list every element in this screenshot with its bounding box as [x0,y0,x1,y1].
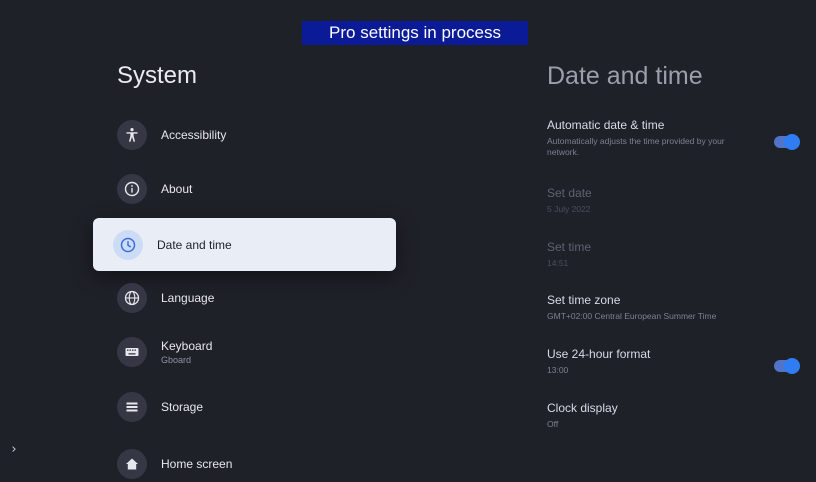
setting-description: Off [547,419,559,429]
toggle-knob [784,358,800,374]
clock-icon [113,229,143,260]
setting-title: Use 24-hour format [547,347,651,361]
setting-title: Clock display [547,401,618,415]
home-icon [117,449,147,479]
setting-description: Automatically adjusts the time provided … [547,136,725,157]
menu-item-label: Keyboard [161,339,213,353]
automatic-date-time-toggle[interactable] [774,134,800,150]
globe-icon [117,283,147,313]
menu-item-home-screen[interactable]: Home screen [117,446,232,482]
setting-description: 5 July 2022 [547,204,591,214]
setting-title: Set time [547,240,592,254]
menu-item-date-and-time[interactable]: Date and time [93,218,396,271]
setting-title: Set date [547,186,592,200]
setting-set-time-zone[interactable]: Set time zone GMT+02:00 Central European… [547,293,787,322]
menu-item-label: About [161,182,193,196]
setting-set-time: Set time 14:51 [547,240,747,269]
menu-item-label: Storage [161,400,204,414]
detail-title: Date and time [547,62,703,90]
menu-item-sublabel: Gboard [161,355,192,365]
menu-item-language[interactable]: Language [117,280,214,316]
setting-set-date: Set date 5 July 2022 [547,186,747,215]
setting-description: 14:51 [547,258,569,268]
menu-item-keyboard[interactable]: Keyboard Gboard [117,334,212,370]
setting-title: Automatic date & time [547,118,665,132]
24-hour-format-toggle[interactable] [774,358,800,374]
accessibility-icon [117,120,147,150]
setting-title: Set time zone [547,293,621,307]
menu-item-label: Language [161,291,215,305]
toggle-knob [784,134,800,150]
status-banner: Pro settings in process [302,21,528,45]
info-icon [117,174,147,204]
setting-description: 13:00 [547,365,569,375]
setting-automatic-date-time[interactable]: Automatic date & time Automatically adju… [547,118,747,158]
storage-icon [117,392,147,422]
menu-item-accessibility[interactable]: Accessibility [117,117,226,153]
setting-use-24-hour-format[interactable]: Use 24-hour format 13:00 [547,347,747,376]
menu-item-label: Home screen [161,457,233,471]
keyboard-icon [117,337,147,367]
menu-item-about[interactable]: About [117,171,192,207]
setting-clock-display[interactable]: Clock display Off [547,401,747,430]
setting-description: GMT+02:00 Central European Summer Time [547,311,717,321]
menu-item-storage[interactable]: Storage [117,389,203,425]
menu-item-label: Date and time [157,237,232,252]
chevron-right-icon[interactable]: › [0,434,28,464]
menu-item-label: Accessibility [161,128,227,142]
page-title: System [117,62,198,89]
